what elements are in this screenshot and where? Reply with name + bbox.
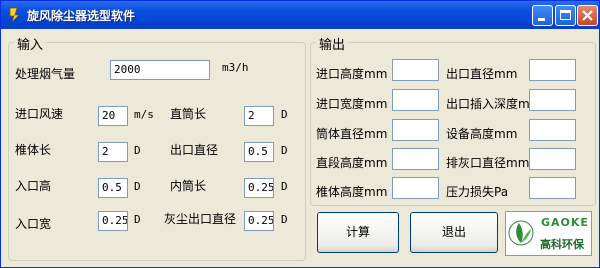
cone-length-input[interactable]: 2 (98, 142, 128, 162)
exit-button[interactable]: 退出 (410, 212, 498, 253)
inlet-width-unit: D (134, 213, 141, 226)
inlet-height-unit: D (134, 180, 141, 193)
output-outlet-diameter-field[interactable] (529, 59, 576, 81)
output-straight-height-field[interactable] (392, 148, 439, 170)
output-inlet-height-label: 进口高度mm (316, 67, 388, 81)
output-outlet-diameter-label: 出口直径mm (446, 67, 518, 81)
outlet-diameter-unit: D (281, 144, 288, 157)
maximize-icon (560, 10, 571, 20)
straight-tube-length-unit: D (281, 108, 288, 121)
inner-tube-length-input[interactable]: 0.25 (244, 178, 274, 198)
inlet-velocity-label: 进口风速 (15, 107, 64, 121)
straight-tube-length-label: 直筒长 (170, 107, 207, 121)
output-group-legend: 输出 (316, 34, 349, 53)
outlet-diameter-input[interactable]: 0.5 (244, 142, 274, 162)
inner-tube-length-unit: D (281, 180, 288, 193)
straight-tube-length-input[interactable]: 2 (244, 106, 274, 126)
gaoke-logo: GAOKE 高科环保 (505, 211, 592, 256)
output-equipment-height-label: 设备高度mm (446, 127, 518, 141)
close-icon (582, 10, 593, 21)
title-bar[interactable]: 旋风除尘器选型软件 (1, 1, 599, 29)
inlet-velocity-unit: m/s (134, 108, 154, 121)
flue-gas-volume-unit: m3/h (222, 61, 249, 74)
output-straight-height-label: 直段高度mm (316, 156, 388, 170)
app-icon (7, 7, 23, 23)
logo-chinese-text: 高科环保 (540, 238, 584, 251)
output-ash-outlet-diameter-field[interactable] (529, 148, 576, 170)
minimize-button[interactable] (532, 5, 553, 26)
output-cone-height-label: 椎体高度mm (316, 185, 388, 199)
main-window: 旋风除尘器选型软件 输入 处理烟气量 2000 m3/h 进口风速 20 m/s… (0, 0, 600, 268)
logo-brand-text: GAOKE (541, 216, 589, 229)
output-ash-outlet-diameter-label: 排灰口直径mm (446, 156, 530, 170)
flue-gas-volume-input[interactable]: 2000 (110, 60, 210, 80)
output-inlet-width-label: 进口宽度mm (316, 97, 388, 111)
window-title: 旋风除尘器选型软件 (27, 9, 136, 23)
output-outlet-insert-depth-label: 出口插入深度mm (446, 97, 542, 111)
output-pressure-loss-field[interactable] (529, 177, 576, 199)
maximize-button[interactable] (555, 5, 576, 26)
output-pressure-loss-label: 压力损失Pa (446, 185, 509, 199)
calculate-button[interactable]: 计算 (317, 212, 399, 253)
inlet-height-label: 入口高 (15, 179, 52, 193)
output-cylinder-diameter-field[interactable] (392, 119, 439, 141)
minimize-icon (538, 18, 545, 21)
inlet-width-input[interactable]: 0.25 (98, 211, 128, 231)
dust-outlet-diameter-unit: D (281, 213, 288, 226)
output-cone-height-field[interactable] (392, 177, 439, 199)
output-cylinder-diameter-label: 筒体直径mm (316, 127, 388, 141)
output-inlet-height-field[interactable] (392, 59, 439, 81)
output-outlet-insert-depth-field[interactable] (529, 89, 576, 111)
inner-tube-length-label: 内筒长 (170, 179, 207, 193)
cone-length-unit: D (134, 144, 141, 157)
inlet-height-input[interactable]: 0.5 (98, 178, 128, 198)
dust-outlet-diameter-label: 灰尘出口直径 (164, 212, 237, 226)
inlet-width-label: 入口宽 (15, 217, 52, 231)
input-group-legend: 输入 (14, 34, 47, 53)
output-equipment-height-field[interactable] (529, 119, 576, 141)
cone-length-label: 椎体长 (15, 143, 52, 157)
close-button[interactable] (577, 5, 598, 26)
flue-gas-volume-label: 处理烟气量 (15, 67, 76, 81)
inlet-velocity-input[interactable]: 20 (98, 106, 128, 126)
output-inlet-width-field[interactable] (392, 89, 439, 111)
dust-outlet-diameter-input[interactable]: 0.25 (244, 211, 274, 231)
outlet-diameter-label: 出口直径 (170, 143, 219, 157)
